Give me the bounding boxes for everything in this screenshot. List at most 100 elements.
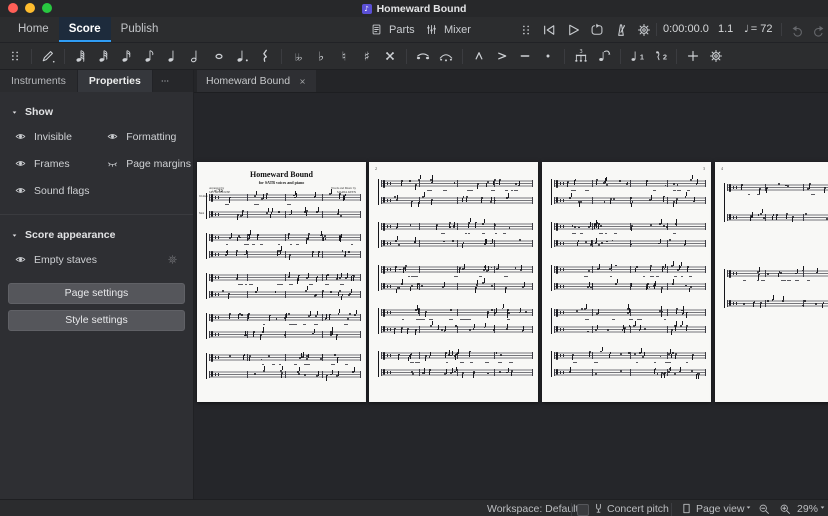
note-8th-button[interactable] <box>139 45 161 67</box>
score-title[interactable]: Homeward Bound <box>197 170 366 179</box>
note[interactable] <box>581 307 584 310</box>
tempo-display[interactable]: ♩ = 72 <box>744 17 772 42</box>
note[interactable] <box>777 183 780 185</box>
note[interactable] <box>421 285 424 288</box>
sharp-button[interactable]: ♯ <box>356 45 378 67</box>
slur-button[interactable] <box>435 45 457 67</box>
loop-playback-button[interactable] <box>586 19 607 40</box>
zoom-level[interactable]: 29% <box>797 500 818 516</box>
note[interactable] <box>673 183 676 185</box>
note[interactable] <box>594 372 597 375</box>
note[interactable] <box>454 354 457 357</box>
note[interactable] <box>284 334 286 337</box>
note[interactable] <box>260 358 263 361</box>
note[interactable] <box>440 328 443 331</box>
note[interactable] <box>515 183 518 185</box>
note-input-button[interactable] <box>37 45 59 67</box>
toggle-empty-staves[interactable]: Empty staves <box>0 246 193 273</box>
note[interactable] <box>603 201 606 204</box>
music-system[interactable] <box>378 303 533 335</box>
mixer-button[interactable]: Mixer <box>421 20 474 39</box>
staff[interactable] <box>381 235 533 249</box>
note[interactable] <box>606 240 609 243</box>
parts-button[interactable]: Parts <box>366 20 418 39</box>
note[interactable] <box>664 184 667 187</box>
note[interactable] <box>598 243 600 246</box>
double-sharp-button[interactable] <box>379 45 401 67</box>
note[interactable] <box>508 227 511 229</box>
score-page-2[interactable]: 2 <box>369 162 538 402</box>
note[interactable] <box>662 373 665 375</box>
accent-button[interactable] <box>491 45 513 67</box>
score-subtitle[interactable]: for SATB voices and piano <box>197 180 366 185</box>
note[interactable] <box>675 224 678 227</box>
note[interactable] <box>229 355 231 358</box>
note[interactable] <box>610 269 613 272</box>
staff[interactable] <box>209 246 361 261</box>
note[interactable] <box>494 223 497 226</box>
add-button[interactable] <box>682 45 704 67</box>
note[interactable] <box>423 372 426 374</box>
page-settings-button[interactable]: Page settings <box>8 283 185 304</box>
gear-icon[interactable] <box>166 253 179 266</box>
staff[interactable] <box>381 349 533 362</box>
staff[interactable] <box>209 285 361 301</box>
note[interactable] <box>620 369 623 372</box>
maximize-window-button[interactable] <box>42 3 52 13</box>
staff[interactable] <box>554 174 706 188</box>
music-system[interactable] <box>724 183 828 223</box>
minimize-window-button[interactable] <box>25 3 35 13</box>
zoom-in-button[interactable] <box>778 502 792 516</box>
undo-button[interactable] <box>786 19 807 40</box>
note[interactable] <box>643 328 646 331</box>
note-half-button[interactable] <box>185 45 207 67</box>
note[interactable] <box>411 372 414 375</box>
note[interactable] <box>674 372 677 375</box>
music-system[interactable] <box>206 189 361 221</box>
note[interactable] <box>628 324 631 327</box>
tab-properties[interactable]: Properties <box>77 70 153 92</box>
playback-drag-handle[interactable] <box>515 19 536 40</box>
note[interactable] <box>222 290 225 293</box>
staff[interactable] <box>209 230 361 245</box>
note[interactable] <box>804 213 807 216</box>
note[interactable] <box>619 179 622 182</box>
note[interactable] <box>449 226 452 229</box>
note[interactable] <box>676 184 679 187</box>
score-canvas[interactable]: Homeward Bound Homeward Bound for SATB vo… <box>194 70 828 499</box>
score-page-1[interactable]: Homeward Bound for SATB voices and piano A… <box>197 162 366 402</box>
tuplet-button[interactable]: 3 <box>570 45 592 67</box>
note[interactable] <box>780 271 783 274</box>
tab-score[interactable]: Score <box>58 17 111 42</box>
note[interactable] <box>253 372 256 375</box>
music-system[interactable] <box>551 303 706 336</box>
toggle-sound-flags[interactable]: Sound flags <box>0 177 92 204</box>
score-appearance-section-header[interactable]: Score appearance <box>0 215 193 246</box>
note[interactable] <box>612 197 615 200</box>
music-system[interactable] <box>206 271 361 301</box>
toggle-page-margins[interactable]: Page margins <box>92 150 193 177</box>
staff[interactable] <box>209 326 361 341</box>
note[interactable] <box>453 181 456 184</box>
note[interactable] <box>615 264 618 267</box>
marcato-button[interactable] <box>468 45 490 67</box>
double-flat-button[interactable]: ♭♭ <box>287 45 309 67</box>
music-system[interactable] <box>551 218 706 248</box>
playback-settings-button[interactable] <box>633 19 654 40</box>
note[interactable] <box>333 354 336 356</box>
concert-pitch-checkbox[interactable] <box>577 504 589 516</box>
note[interactable] <box>469 328 472 331</box>
music-system[interactable] <box>551 174 706 208</box>
note[interactable] <box>240 314 243 317</box>
staff[interactable] <box>381 320 533 335</box>
music-system[interactable] <box>378 217 533 249</box>
note[interactable] <box>656 373 659 375</box>
music-system[interactable] <box>378 174 533 207</box>
music-system[interactable] <box>378 263 533 294</box>
note-64th-button[interactable] <box>70 45 92 67</box>
staff[interactable] <box>209 271 361 284</box>
staff[interactable] <box>554 260 706 274</box>
zoom-out-button[interactable] <box>757 502 771 516</box>
note[interactable] <box>347 317 349 320</box>
note[interactable] <box>814 302 817 305</box>
